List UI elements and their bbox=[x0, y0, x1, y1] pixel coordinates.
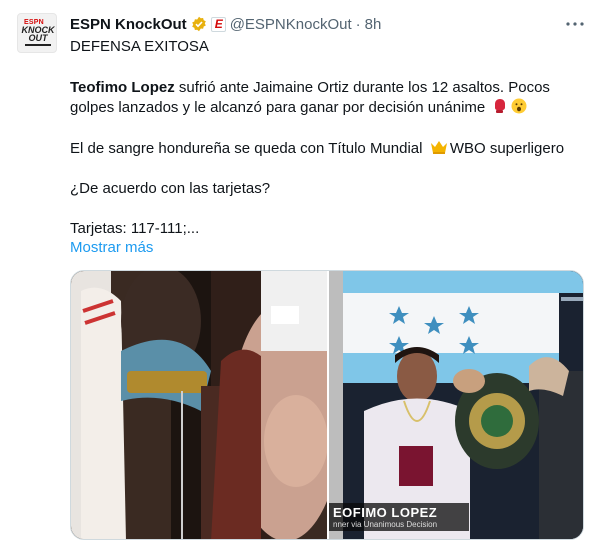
tweet-paragraph-4: Tarjetas: 117-111;... bbox=[70, 220, 200, 237]
tweet-mention-bold: Teofimo Lopez bbox=[70, 79, 175, 96]
affiliate-badge-icon[interactable]: E bbox=[210, 16, 226, 32]
separator-dot: · bbox=[355, 15, 361, 33]
media-photo-right[interactable]: EOFIMO LOPEZ nner via Unanimous Decision bbox=[329, 271, 583, 539]
caption-fighter-name: EOFIMO LOPEZ bbox=[333, 505, 438, 520]
account-handle[interactable]: @ESPNKnockOut bbox=[230, 16, 352, 33]
account-name[interactable]: ESPN KnockOut bbox=[70, 16, 187, 33]
caption-result: nner via Unanimous Decision bbox=[333, 520, 438, 529]
tweet-paragraph-3: ¿De acuerdo con las tarjetas? bbox=[70, 180, 271, 197]
media-photo-left[interactable] bbox=[71, 271, 327, 539]
tweet-text: golpes lanzados y le alcanzó para ganar … bbox=[70, 99, 486, 116]
show-more-link[interactable]: Mostrar más bbox=[70, 239, 153, 256]
tweet-media[interactable]: EOFIMO LOPEZ nner via Unanimous Decision bbox=[70, 270, 584, 540]
avatar-logo-knockout: KNOCK OUT bbox=[21, 25, 55, 43]
tweet-text: WBO superligero bbox=[449, 140, 565, 157]
astonished-face-icon bbox=[511, 98, 527, 114]
crown-icon bbox=[430, 139, 447, 155]
timestamp[interactable]: 8h bbox=[365, 16, 382, 33]
verified-icon[interactable] bbox=[191, 16, 207, 32]
tweet-paragraph-1: Teofimo Lopez sufrió ante Jaimaine Ortiz… bbox=[70, 78, 550, 98]
tweet-line-headline: DEFENSA EXITOSA bbox=[70, 38, 209, 55]
tweet-paragraph-1-line-2: golpes lanzados y le alcanzó para ganar … bbox=[70, 98, 527, 118]
more-icon[interactable] bbox=[565, 14, 585, 34]
avatar[interactable]: ESPN KNOCK OUT bbox=[17, 13, 57, 53]
tweet-header: ESPN KnockOut E @ESPNKnockOut · 8h bbox=[70, 14, 381, 34]
tweet-text: El de sangre hondureña se queda con Títu… bbox=[70, 140, 423, 157]
avatar-logo-bar bbox=[25, 44, 51, 46]
tweet-text: sufrió ante Jaimaine Ortiz durante los 1… bbox=[174, 79, 550, 96]
tweet[interactable]: ESPN KNOCK OUT ESPN KnockOut E @ESPNKnoc… bbox=[0, 0, 602, 540]
boxing-glove-icon bbox=[492, 98, 508, 114]
video-caption: EOFIMO LOPEZ nner via Unanimous Decision bbox=[329, 503, 469, 531]
tweet-paragraph-2: El de sangre hondureña se queda con Títu… bbox=[70, 139, 564, 159]
